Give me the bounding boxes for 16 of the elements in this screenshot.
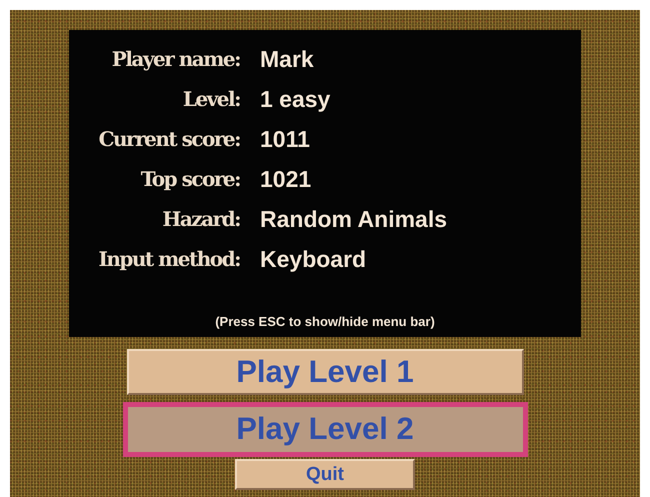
info-label: Player name:: [112, 46, 240, 73]
info-label: Top score:: [140, 166, 240, 193]
quit-button[interactable]: Quit: [235, 459, 415, 490]
play-level-button[interactable]: Play Level 1: [126, 349, 524, 395]
info-value: 1021: [260, 165, 312, 194]
info-value: 1011: [260, 125, 310, 154]
hint-text: (Press ESC to show/hide menu bar): [215, 314, 435, 330]
play-level-button[interactable]: Play Level 2: [122, 402, 528, 458]
info-label: Hazard:: [162, 206, 240, 233]
info-value: Mark: [260, 45, 314, 74]
info-label: Current score:: [98, 126, 240, 153]
info-label: Input method:: [98, 246, 240, 273]
info-label: Level:: [182, 86, 240, 113]
info-value: Keyboard: [260, 245, 366, 274]
info-value: 1 easy: [260, 85, 330, 114]
info-value: Random Animals: [260, 205, 448, 234]
